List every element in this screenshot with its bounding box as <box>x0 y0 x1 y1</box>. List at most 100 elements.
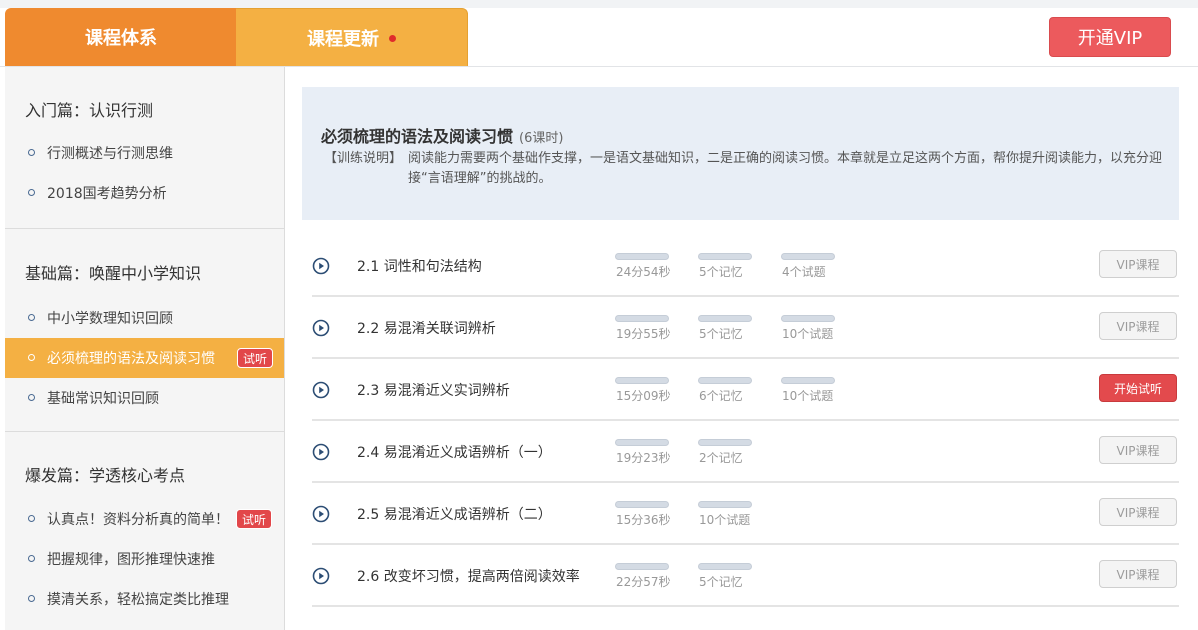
sidebar-item-label: 把握规律，图形推理快速推 <box>47 552 215 568</box>
play-icon[interactable] <box>312 381 330 399</box>
lesson-title[interactable]: 2.6 改变坏习惯，提高两倍阅读效率 <box>357 566 580 586</box>
stat-questions: 10个试题 <box>698 501 752 528</box>
lesson-row: 2.6 改变坏习惯，提高两倍阅读效率 22分57秒 5个记忆 VIP课程 <box>312 545 1179 607</box>
bullet-icon <box>28 595 35 602</box>
description-text: 阅读能力需要两个基础作支撑，一是语文基础知识，二是正确的阅读习惯。本章就是立足这… <box>408 151 1163 186</box>
stat-duration: 19分23秒 <box>615 439 671 466</box>
sidebar-item-active[interactable]: 必须梳理的语法及阅读习惯 试听 <box>5 338 284 378</box>
stat-memory: 5个记忆 <box>698 253 752 280</box>
stat-questions: 10个试题 <box>781 377 835 404</box>
bullet-icon <box>28 149 35 156</box>
stat-memory: 6个记忆 <box>698 377 752 404</box>
stat-text: 10个试题 <box>699 513 751 527</box>
sidebar-item[interactable]: 认真点！资料分析真的简单！ 试听 <box>5 499 284 539</box>
section-title: 基础篇：唤醒中小学知识 <box>25 264 202 283</box>
lesson-row: 2.3 易混淆近义实词辨析 15分09秒 6个记忆 10个试题 开始试听 <box>312 359 1179 421</box>
sidebar-section-basic: 基础篇：唤醒中小学知识 中小学数理知识回顾 必须梳理的语法及阅读习惯 试听 基础… <box>5 229 284 432</box>
lesson-title[interactable]: 2.1 词性和句法结构 <box>357 256 482 276</box>
tab-course-update-label: 课程更新 <box>307 28 379 50</box>
progress-bar <box>615 563 669 570</box>
bullet-icon <box>28 354 35 361</box>
progress-bar <box>615 253 669 260</box>
progress-bar <box>698 501 752 508</box>
sidebar-section-advanced: 爆发篇：学透核心考点 认真点！资料分析真的简单！ 试听 把握规律，图形推理快速推… <box>5 432 284 619</box>
lesson-row: 2.2 易混淆关联词辨析 19分55秒 5个记忆 10个试题 VIP课程 <box>312 297 1179 359</box>
play-icon[interactable] <box>312 257 330 275</box>
progress-bar <box>698 439 752 446</box>
lesson-title[interactable]: 2.4 易混淆近义成语辨析（一） <box>357 442 552 462</box>
sidebar-item[interactable]: 把握规律，图形推理快速推 <box>5 539 284 579</box>
tab-course-update[interactable]: 课程更新 <box>236 8 468 66</box>
lesson-row: 2.5 易混淆近义成语辨析（二） 15分36秒 10个试题 VIP课程 <box>312 483 1179 545</box>
chapter-title-text: 必须梳理的语法及阅读习惯 <box>321 127 514 146</box>
vip-course-button[interactable]: VIP课程 <box>1099 436 1177 464</box>
progress-bar <box>698 563 752 570</box>
stat-text: 19分55秒 <box>616 327 671 341</box>
section-title: 入门篇：认识行测 <box>25 101 154 120</box>
start-trial-button[interactable]: 开始试听 <box>1099 374 1177 402</box>
bullet-icon <box>28 394 35 401</box>
progress-bar <box>698 253 752 260</box>
sidebar-item-label: 必须梳理的语法及阅读习惯 <box>47 351 215 367</box>
stat-text: 2个记忆 <box>699 451 743 465</box>
section-title: 爆发篇：学透核心考点 <box>25 466 186 485</box>
sidebar-item-label: 基础常识知识回顾 <box>47 391 159 407</box>
stat-text: 4个试题 <box>782 265 826 279</box>
stat-memory: 5个记忆 <box>698 315 752 342</box>
sidebar-item-label: 中小学数理知识回顾 <box>47 311 173 327</box>
bullet-icon <box>28 515 35 522</box>
play-icon[interactable] <box>312 443 330 461</box>
vip-course-button[interactable]: VIP课程 <box>1099 250 1177 278</box>
stat-duration: 19分55秒 <box>615 315 671 342</box>
progress-bar <box>781 315 835 322</box>
lesson-row: 2.1 词性和句法结构 24分54秒 5个记忆 4个试题 VIP课程 <box>312 235 1179 297</box>
sidebar-item-label: 行测概述与行测思维 <box>47 146 173 162</box>
play-icon[interactable] <box>312 567 330 585</box>
lesson-title[interactable]: 2.5 易混淆近义成语辨析（二） <box>357 504 552 524</box>
chapter-description: 【训练说明】 阅读能力需要两个基础作支撑，一是语文基础知识，二是正确的阅读习惯。… <box>324 149 1164 189</box>
vip-course-button[interactable]: VIP课程 <box>1099 560 1177 588</box>
sidebar-item[interactable]: 摸清关系，轻松搞定类比推理 <box>5 579 284 619</box>
tab-course-system[interactable]: 课程体系 <box>5 8 237 66</box>
chapter-intro: 必须梳理的语法及阅读习惯 (6课时) 【训练说明】 阅读能力需要两个基础作支撑，一… <box>302 87 1179 220</box>
stat-duration: 15分36秒 <box>615 501 671 528</box>
play-icon[interactable] <box>312 505 330 523</box>
stat-text: 24分54秒 <box>616 265 671 279</box>
stat-duration: 15分09秒 <box>615 377 671 404</box>
bullet-icon <box>28 189 35 196</box>
sidebar-item[interactable]: 中小学数理知识回顾 <box>5 298 284 338</box>
main-content: 必须梳理的语法及阅读习惯 (6课时) 【训练说明】 阅读能力需要两个基础作支撑，一… <box>286 67 1198 630</box>
lesson-title[interactable]: 2.2 易混淆关联词辨析 <box>357 318 496 338</box>
progress-bar <box>781 377 835 384</box>
stat-duration: 22分57秒 <box>615 563 671 590</box>
sidebar-item[interactable]: 2018国考趋势分析 <box>5 173 284 213</box>
sidebar-item-label: 2018国考趋势分析 <box>47 186 167 202</box>
trial-badge: 试听 <box>236 509 273 529</box>
bullet-icon <box>28 314 35 321</box>
progress-bar <box>781 253 835 260</box>
sidebar-item[interactable]: 基础常识知识回顾 <box>5 378 284 418</box>
lesson-title[interactable]: 2.3 易混淆近义实词辨析 <box>357 380 510 400</box>
play-icon[interactable] <box>312 319 330 337</box>
vip-course-button[interactable]: VIP课程 <box>1099 498 1177 526</box>
stat-text: 5个记忆 <box>699 575 743 589</box>
stat-text: 15分36秒 <box>616 513 671 527</box>
stat-duration: 24分54秒 <box>615 253 671 280</box>
progress-bar <box>615 439 669 446</box>
stat-memory: 2个记忆 <box>698 439 752 466</box>
vip-course-button[interactable]: VIP课程 <box>1099 312 1177 340</box>
chapter-hours: (6课时) <box>519 131 564 146</box>
stat-text: 5个记忆 <box>699 327 743 341</box>
open-vip-button[interactable]: 开通VIP <box>1049 17 1171 57</box>
description-label: 【训练说明】 <box>324 151 403 166</box>
sidebar-item[interactable]: 行测概述与行测思维 <box>5 133 284 173</box>
stat-memory: 5个记忆 <box>698 563 752 590</box>
sidebar-item-label: 认真点！资料分析真的简单！ <box>47 512 229 528</box>
new-dot-icon <box>389 35 396 42</box>
stat-text: 15分09秒 <box>616 389 671 403</box>
stat-text: 22分57秒 <box>616 575 671 589</box>
chapter-title: 必须梳理的语法及阅读习惯 (6课时) <box>321 123 563 147</box>
header: 课程体系 课程更新 开通VIP <box>0 8 1198 67</box>
progress-bar <box>615 377 669 384</box>
stat-text: 5个记忆 <box>699 265 743 279</box>
